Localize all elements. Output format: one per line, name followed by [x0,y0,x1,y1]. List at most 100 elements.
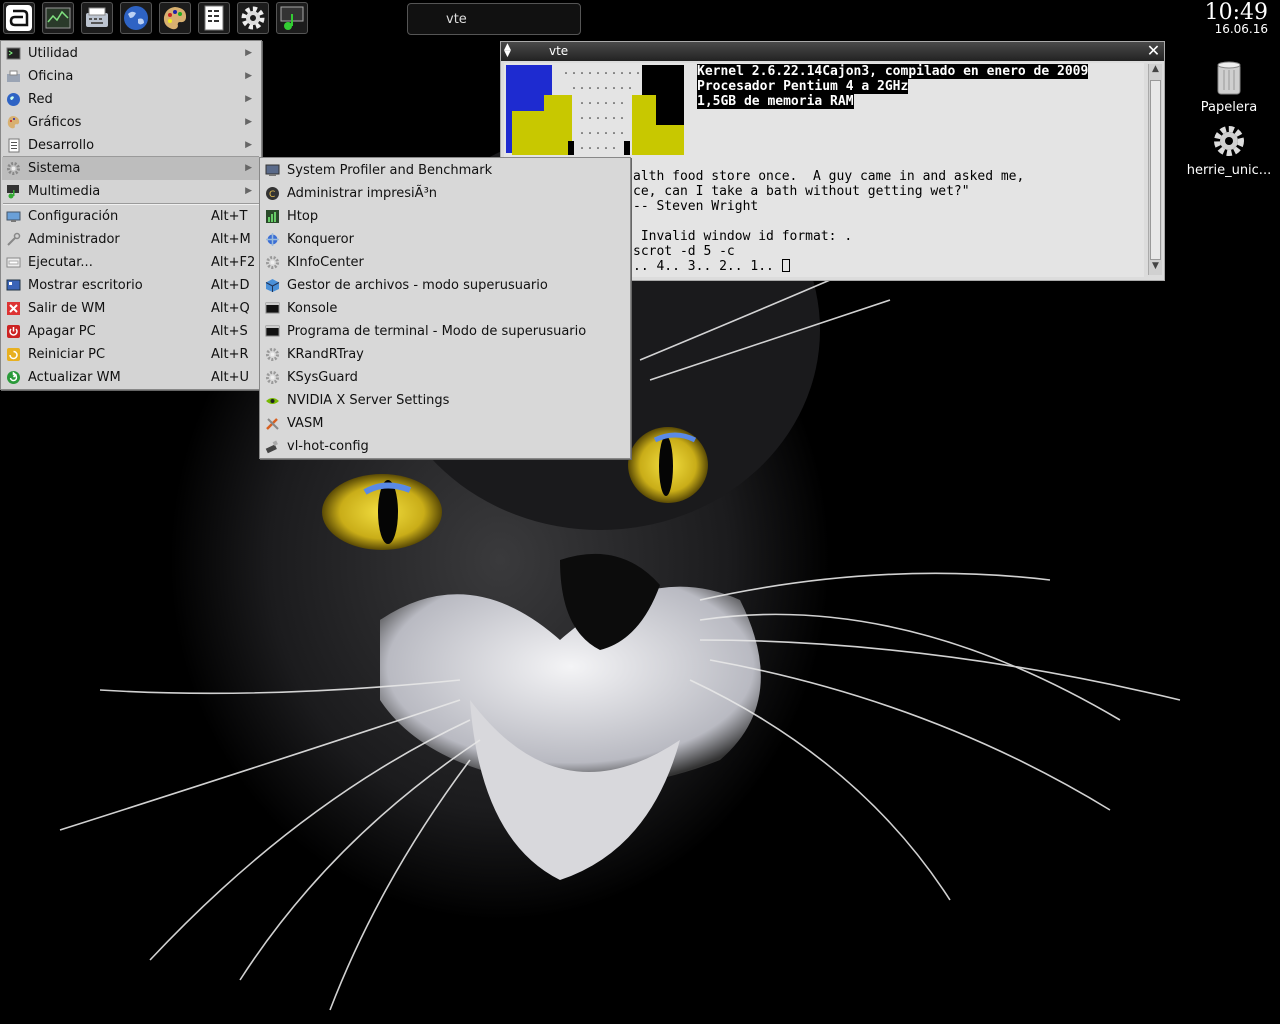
launcher-graphics[interactable] [159,2,191,34]
terminal-cursor [781,259,790,272]
menu-item-oficina[interactable]: Oficina ▶ [2,65,260,88]
desktop-icon [6,279,21,291]
menu-item-utilidad[interactable]: Utilidad ▶ [2,42,260,65]
printer-icon: C [266,187,279,200]
terminal-line: ce, can I take a bath without getting we… [633,184,970,199]
submenu-item-system-profiler[interactable]: System Profiler and Benchmark [261,159,629,182]
submenu-item-ksysguard[interactable]: KSysGuard [261,366,629,389]
system-monitor-icon [45,7,71,29]
launcher-app-menu[interactable] [3,2,35,34]
restart-icon [7,348,20,361]
globe-icon [7,93,20,106]
menu-item-apagar-pc[interactable]: Apagar PC Alt+S [2,320,260,343]
scroll-down-icon[interactable]: ▼ [1149,261,1162,275]
terminal-line: 1,5GB de memoria RAM [697,94,854,109]
submenu-arrow-icon: ▶ [245,71,252,81]
gear-icon [266,348,279,361]
menu-item-mostrar-escritorio[interactable]: Mostrar escritorio Alt+D [2,274,260,297]
clock-date: 16.06.16 [1214,22,1268,36]
submenu-item-administrar-impresion[interactable]: C Administrar impresiÃ³n [261,182,629,205]
menu-item-configuracion[interactable]: Configuración Alt+T [2,205,260,228]
gear-icon [266,371,279,384]
submenu-item-vasm[interactable]: VASM [261,412,629,435]
launcher-system-monitor[interactable] [42,2,74,34]
submenu-arrow-icon: ▶ [245,94,252,104]
submenu-item-konsole[interactable]: Konsole [261,297,629,320]
palette-icon [163,7,187,30]
usb-icon [265,440,278,454]
gear-icon [241,6,265,30]
launcher-multimedia[interactable] [276,2,308,34]
desktop-icon-herrie[interactable]: herrie_unic... [1174,123,1280,178]
submenu-item-vl-hot-config[interactable]: vl-hot-config [261,435,629,458]
main-menu: Utilidad ▶ Oficina ▶ Red ▶ Gráficos ▶ Desarr… [0,40,262,390]
monitor-icon [6,211,21,222]
menu-item-actualizar-wm[interactable]: Actualizar WM Alt+U [2,366,260,389]
menu-item-graficos[interactable]: Gráficos ▶ [2,111,260,134]
gear-icon [1214,126,1244,156]
menu-item-desarrollo[interactable]: Desarrollo ▶ [2,134,260,157]
ascii-art-logo [504,63,684,155]
submenu-sistema: System Profiler and Benchmark C Administ… [259,157,631,459]
profiler-icon [265,164,280,176]
palette-icon [7,116,20,129]
typewriter-icon [7,70,20,82]
document-icon [204,5,224,31]
htop-icon [266,210,279,223]
power-icon [7,325,20,338]
window-title: vte [549,44,569,58]
console-icon [265,302,280,314]
media-icon [7,185,19,199]
terminal-line: .. 4.. 3.. 2.. 1.. [633,259,782,274]
top-panel: vte 10:49 16.06.16 [0,0,1280,38]
menu-item-salir-wm[interactable]: Salir de WM Alt+Q [2,297,260,320]
globe-icon [124,6,148,30]
launcher-settings[interactable] [237,2,269,34]
submenu-arrow-icon: ▶ [245,186,252,196]
submenu-arrow-icon: ▶ [245,140,252,150]
menu-item-sistema[interactable]: Sistema ▶ [2,157,260,180]
submenu-item-terminal-superusuario[interactable]: Programa de terminal - Modo de superusua… [261,320,629,343]
launcher-editor[interactable] [198,2,230,34]
scrollbar-thumb[interactable] [1150,80,1161,260]
close-icon[interactable]: ✕ [1145,43,1162,60]
wrench-icon [7,232,21,246]
menu-item-reiniciar-pc[interactable]: Reiniciar PC Alt+R [2,343,260,366]
desktop-icon-label: Papelera [1200,100,1258,115]
terminal-scrollbar[interactable]: ▲ ▼ [1148,64,1162,275]
submenu-item-gestor-archivos[interactable]: Gestor de archivos - modo superusuario [261,274,629,297]
nvidia-icon [266,398,279,404]
terminal-line: alth food store once. A guy came in and … [633,169,1025,184]
submenu-arrow-icon: ▶ [245,117,252,127]
menu-item-multimedia[interactable]: Multimedia ▶ [2,180,260,203]
menu-item-administrador[interactable]: Administrador Alt+M [2,228,260,251]
shade-icon[interactable]: ▲ ▼ [504,43,511,59]
terminal-line: Invalid window id format: . [633,229,853,244]
launcher-office[interactable] [81,2,113,34]
submenu-item-konqueror[interactable]: Konqueror [261,228,629,251]
submenu-item-htop[interactable]: Htop [261,205,629,228]
exit-icon [7,302,20,315]
launcher-browser[interactable] [120,2,152,34]
typewriter-icon [86,7,108,27]
submenu-item-kinfocenter[interactable]: KInfoCenter [261,251,629,274]
taskbar-button-vte[interactable]: vte [407,3,581,35]
svg-text:C: C [269,190,275,200]
media-icon [280,6,304,30]
terminal-line: Procesador Pentium 4 a 2GHz [697,79,909,94]
cube-icon [265,279,280,292]
menu-item-red[interactable]: Red ▶ [2,88,260,111]
desktop-icon-label: herrie_unic... [1186,163,1272,178]
refresh-icon [7,371,20,384]
window-titlebar[interactable]: ▲ ▼ vte ✕ [501,42,1164,61]
submenu-item-krandrtray[interactable]: KRandRTray [261,343,629,366]
menu-logo-icon [6,5,32,31]
terminal-line: scrot -d 5 -c [633,244,735,259]
scroll-up-icon[interactable]: ▲ [1149,64,1162,78]
menu-item-ejecutar[interactable]: Ejecutar... Alt+F2 [2,251,260,274]
gear-icon [7,162,20,175]
document-icon [8,138,20,153]
desktop-icon-trash[interactable]: Papelera [1174,60,1280,115]
run-icon [6,257,21,268]
submenu-item-nvidia-settings[interactable]: NVIDIA X Server Settings [261,389,629,412]
